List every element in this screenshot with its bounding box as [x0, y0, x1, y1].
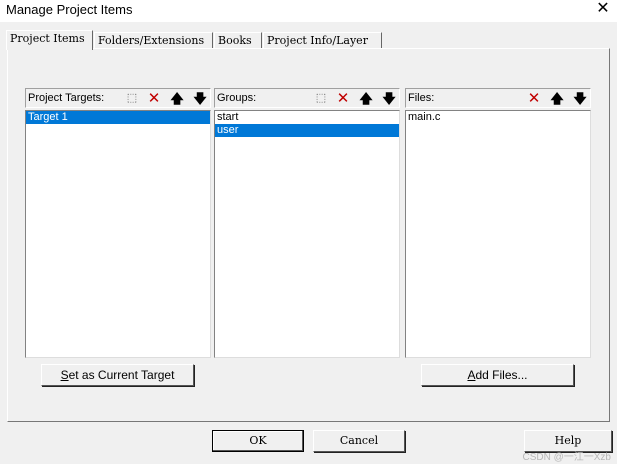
move-down-icon[interactable]: 🡇: [190, 90, 210, 107]
new-group-icon[interactable]: ⬚: [311, 90, 331, 107]
add-files-button[interactable]: Add Files...: [421, 364, 574, 386]
close-icon[interactable]: ✕: [593, 0, 613, 20]
ok-button[interactable]: OK: [212, 430, 304, 452]
cancel-button[interactable]: Cancel: [313, 430, 405, 452]
files-label: Files:: [408, 92, 435, 104]
targets-label: Project Targets:: [28, 92, 105, 104]
tab-folders-extensions[interactable]: Folders/Extensions: [94, 32, 213, 48]
move-down-icon[interactable]: 🡇: [570, 90, 590, 107]
window-title: Manage Project Items: [6, 2, 133, 17]
new-target-icon[interactable]: ⬚: [122, 90, 142, 107]
delete-target-icon[interactable]: ✕: [144, 90, 164, 107]
move-up-icon[interactable]: 🡅: [547, 90, 567, 107]
set-current-target-button-label: et as Current Target: [68, 368, 175, 382]
move-up-icon[interactable]: 🡅: [167, 90, 187, 107]
groups-header: Groups: ⬚ ✕ 🡅 🡇: [214, 88, 400, 108]
list-item[interactable]: Target 1: [26, 111, 210, 124]
tab-project-info-layer[interactable]: Project Info/Layer: [263, 32, 382, 48]
set-current-target-button-mnemonic: S: [60, 368, 69, 382]
list-item[interactable]: main.c: [406, 111, 590, 124]
targets-list[interactable]: Target 1: [25, 110, 211, 358]
list-item[interactable]: user: [215, 124, 399, 137]
watermark: CSDN @一江一Xzb: [522, 452, 612, 463]
files-header: Files: ✕ 🡅 🡇: [405, 88, 591, 108]
add-files-button-label: dd Files...: [475, 368, 528, 382]
targets-header: Project Targets: ⬚ ✕ 🡅 🡇: [25, 88, 211, 108]
files-list[interactable]: main.c: [405, 110, 591, 358]
groups-list[interactable]: start user: [214, 110, 400, 358]
tab-project-items[interactable]: Project Items: [6, 30, 93, 50]
tab-books[interactable]: Books: [214, 32, 262, 48]
move-down-icon[interactable]: 🡇: [379, 90, 399, 107]
groups-label: Groups:: [217, 92, 257, 104]
title-bar: Manage Project Items ✕: [0, 0, 617, 22]
list-item[interactable]: start: [215, 111, 399, 124]
delete-file-icon[interactable]: ✕: [524, 90, 544, 107]
delete-group-icon[interactable]: ✕: [333, 90, 353, 107]
set-current-target-button[interactable]: Set as Current Target: [41, 364, 194, 386]
move-up-icon[interactable]: 🡅: [356, 90, 376, 107]
